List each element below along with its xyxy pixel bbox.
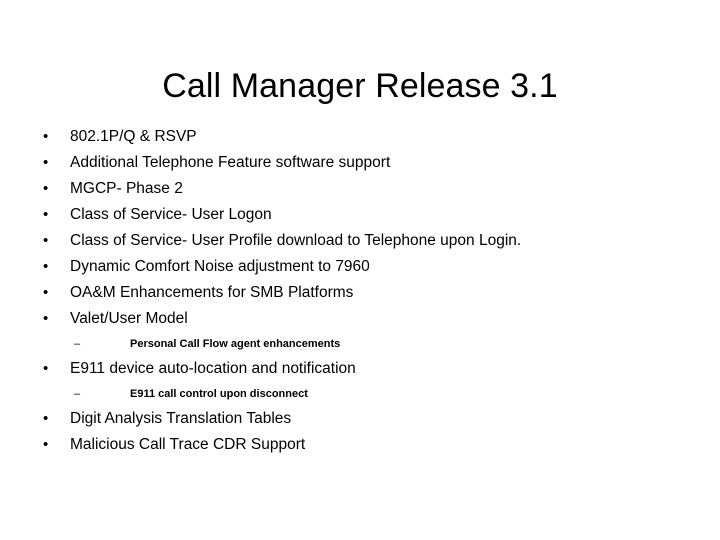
- bullet-item: • E911 device auto-location and notificat…: [40, 356, 680, 382]
- presentation-slide: Call Manager Release 3.1 • 802.1P/Q & RSV…: [0, 0, 720, 540]
- bullet-marker-icon: •: [43, 180, 49, 197]
- bullet-item: • Dynamic Comfort Noise adjustment to 796…: [40, 254, 680, 280]
- sub-bullet-item: – Personal Call Flow agent enhancements: [40, 332, 680, 356]
- bullet-item: • Class of Service- User Logon: [40, 202, 680, 228]
- bullet-text: Digit Analysis Translation Tables: [70, 410, 292, 427]
- bullet-text: MGCP- Phase 2: [70, 180, 183, 197]
- bullet-text: 802.1P/Q & RSVP: [70, 128, 197, 145]
- bullet-item: • 802.1P/Q & RSVP: [40, 124, 680, 150]
- bullet-list: • 802.1P/Q & RSVP • Additional Telephone Fe…: [40, 124, 680, 458]
- sub-bullet-marker-icon: –: [74, 338, 81, 350]
- bullet-item: • Digit Analysis Translation Tables: [40, 406, 680, 432]
- slide-title: Call Manager Release 3.1: [162, 66, 558, 105]
- bullet-marker-icon: •: [43, 284, 49, 301]
- sub-bullet-item: – E911 call control upon disconnect: [40, 382, 680, 406]
- bullet-text: Class of Service- User Profile download …: [70, 232, 522, 249]
- bullet-item: • Valet/User Model: [40, 306, 680, 332]
- bullet-text: E911 device auto-location and notificati…: [70, 360, 356, 377]
- sub-bullet-marker-icon: –: [74, 388, 81, 400]
- bullet-item: • Additional Telephone Feature software s…: [40, 150, 680, 176]
- bullet-text: Class of Service- User Logon: [70, 206, 272, 223]
- bullet-marker-icon: •: [43, 410, 49, 427]
- bullet-item: • OA&M Enhancements for SMB Platforms: [40, 280, 680, 306]
- bullet-marker-icon: •: [43, 360, 49, 377]
- bullet-text: E911 call control upon disconnect: [130, 388, 308, 400]
- bullet-marker-icon: •: [43, 258, 49, 275]
- bullet-text: Valet/User Model: [70, 310, 188, 327]
- bullet-text: Additional Telephone Feature software su…: [70, 154, 391, 171]
- bullet-item: • MGCP- Phase 2: [40, 176, 680, 202]
- bullet-text: Malicious Call Trace CDR Support: [70, 436, 306, 453]
- bullet-text: OA&M Enhancements for SMB Platforms: [70, 284, 354, 301]
- bullet-marker-icon: •: [43, 154, 49, 171]
- bullet-marker-icon: •: [43, 436, 49, 453]
- bullet-marker-icon: •: [43, 206, 49, 223]
- bullet-text: Personal Call Flow agent enhancements: [130, 338, 341, 350]
- bullet-marker-icon: •: [43, 232, 49, 249]
- bullet-item: • Malicious Call Trace CDR Support: [40, 432, 680, 458]
- bullet-marker-icon: •: [43, 128, 49, 145]
- bullet-item: • Class of Service- User Profile download…: [40, 228, 680, 254]
- bullet-text: Dynamic Comfort Noise adjustment to 7960: [70, 258, 370, 275]
- bullet-marker-icon: •: [43, 310, 49, 327]
